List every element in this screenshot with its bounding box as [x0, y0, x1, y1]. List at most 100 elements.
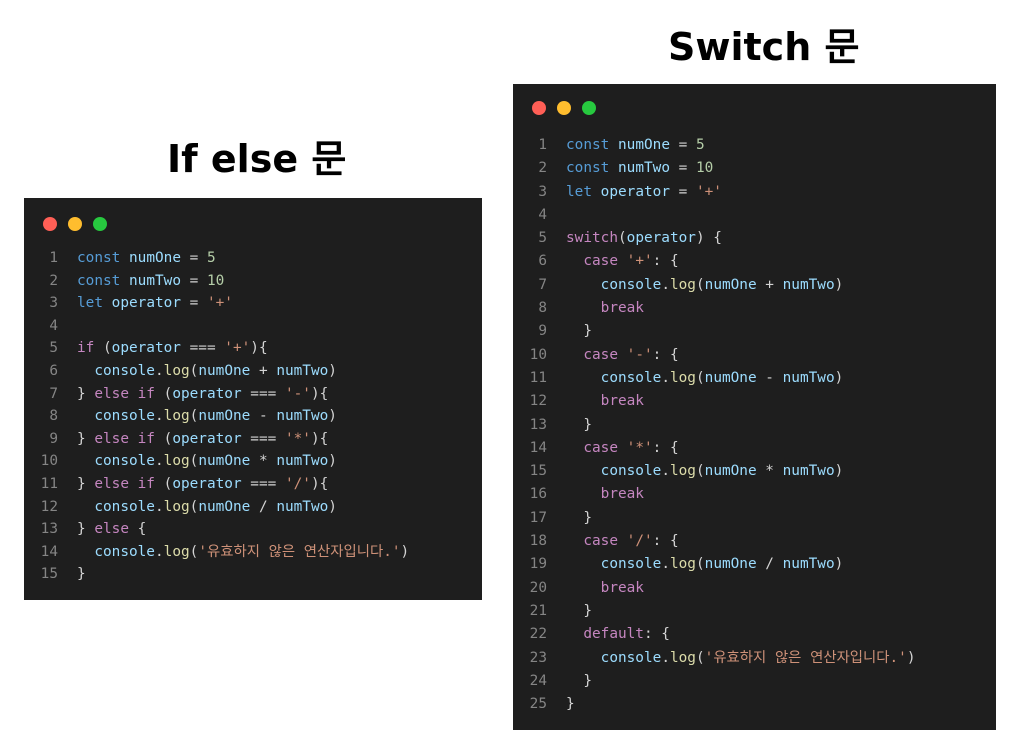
code-line: 9 } [513, 320, 996, 343]
code-token: '유효하지 않은 연산자입니다.' [704, 649, 907, 666]
code-line: 1 const numOne = 5 [513, 134, 996, 157]
code-token: console [94, 453, 155, 470]
code-text: console.log(numOne + numTwo) [566, 274, 844, 297]
code-token: let [566, 183, 592, 200]
code-token: ) [328, 453, 337, 470]
line-number: 7 [538, 276, 547, 293]
code-token: numOne [198, 362, 251, 379]
code-token: log [163, 543, 190, 560]
code-token: ){ [310, 475, 329, 492]
line-number: 19 [529, 556, 547, 573]
line-number: 20 [529, 579, 547, 596]
code-line: 15} [24, 563, 482, 586]
line-number: 15 [529, 463, 547, 480]
code-text: console.log(numOne / numTwo) [566, 553, 844, 576]
code-line: 11} else if (operator === '/'){ [24, 473, 482, 496]
code-line: 7} else if (operator === '-'){ [24, 383, 482, 406]
code-token: const [77, 272, 121, 289]
code-text: } [566, 507, 592, 530]
code-line: 18 case '/': { [513, 530, 996, 553]
code-line: 17 } [513, 507, 996, 530]
code-token: log [163, 453, 190, 470]
line-number: 8 [49, 408, 58, 425]
code-line: 7 console.log(numOne + numTwo) [513, 274, 996, 297]
line-number: 5 [538, 230, 547, 247]
code-token: log [669, 463, 696, 480]
code-token: . [154, 543, 164, 560]
code-token: console [94, 362, 155, 379]
code-token: - [756, 369, 783, 386]
code-token: '+' [626, 253, 653, 270]
code-token: console [94, 408, 155, 425]
code-token: ( [695, 556, 705, 573]
code-token: let [77, 295, 103, 312]
code-token: + [756, 276, 783, 293]
code-token: . [661, 369, 670, 386]
code-token: else if [94, 430, 155, 447]
code-line: 12 console.log(numOne / numTwo) [24, 496, 482, 519]
code-token: numOne [704, 556, 757, 573]
code-token: ){ [310, 385, 329, 402]
code-token: '유효하지 않은 연산자입니다.' [198, 543, 401, 560]
code-token: console [94, 498, 155, 515]
code-token: numOne [704, 463, 757, 480]
if-else-code-window: 1 const numOne = 5 2 const numTwo = 10 3 let … [24, 198, 482, 600]
line-number: 11 [529, 369, 547, 386]
code-token: operator [600, 183, 670, 200]
code-line: 16 break [513, 483, 996, 506]
code-text: console.log('유효하지 않은 연산자입니다.') [77, 541, 409, 564]
line-number: 23 [529, 649, 547, 666]
line-number: 13 [529, 416, 547, 433]
code-line: 4 [24, 315, 482, 338]
code-token: } [77, 430, 95, 447]
code-token: numTwo [276, 498, 329, 515]
code-line: 21 } [513, 600, 996, 623]
code-token: = [669, 160, 696, 177]
code-text: case '+': { [566, 250, 678, 273]
code-token: numOne [704, 369, 757, 386]
code-text: console.log(numOne - numTwo) [566, 367, 844, 390]
code-token: ( [154, 475, 173, 492]
code-token: '*' [284, 430, 311, 447]
code-token: - [250, 408, 277, 425]
line-number: 13 [40, 521, 58, 538]
switch-title: Switch 문 [668, 25, 860, 69]
line-number: 9 [49, 430, 58, 447]
line-number: 18 [529, 533, 547, 550]
code-text: } [566, 693, 575, 716]
code-token: console [600, 649, 662, 666]
code-text: const numTwo = 10 [77, 270, 224, 293]
code-token: break [600, 579, 644, 596]
code-token: numTwo [782, 463, 835, 480]
code-line: 10 case '-': { [513, 344, 996, 367]
code-text: const numOne = 5 [77, 247, 216, 270]
code-token: } [566, 672, 592, 689]
code-token: 5 [206, 250, 216, 266]
line-number: 3 [49, 295, 58, 312]
minimize-dot-icon [557, 101, 571, 115]
code-token: const [566, 160, 610, 177]
line-number: 16 [529, 486, 547, 503]
code-token: } [566, 602, 592, 619]
code-line: 20 break [513, 577, 996, 600]
code-token: console [600, 276, 662, 293]
code-line: 13} else { [24, 518, 482, 541]
code-token: } [77, 566, 86, 583]
code-token: + [250, 362, 277, 379]
line-number: 4 [49, 317, 58, 334]
line-number: 15 [40, 566, 58, 583]
code-token: = [669, 137, 696, 153]
